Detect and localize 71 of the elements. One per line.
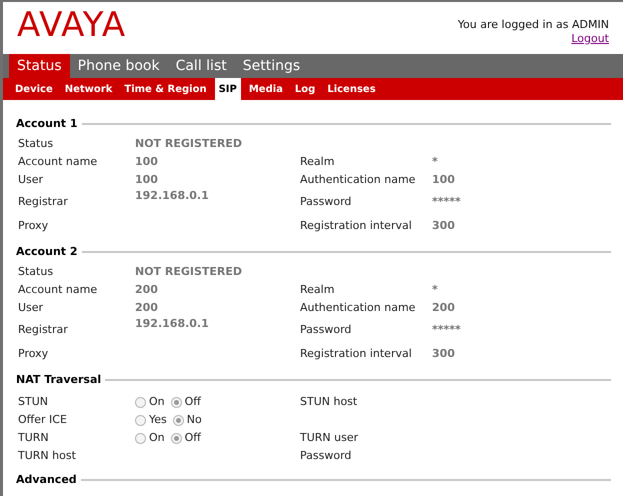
logo: AVAYA <box>17 8 126 47</box>
nav-tab[interactable]: Status <box>9 54 70 78</box>
field-value: 100 <box>135 172 158 188</box>
field-label: Registration interval <box>300 346 413 362</box>
section-title: Advanced <box>16 472 77 488</box>
field-label: Password <box>300 322 352 338</box>
field-value: 100 <box>432 172 456 188</box>
field-value: 300 <box>432 346 456 362</box>
field-label: TURN user <box>300 430 360 446</box>
field-label: Realm <box>300 154 336 170</box>
radio-button[interactable] <box>135 414 146 426</box>
nav-tab[interactable]: Settings <box>234 54 308 78</box>
field-value: NOT REGISTERED <box>135 136 242 152</box>
field-label: Proxy <box>18 218 50 234</box>
field-label: User <box>18 300 44 316</box>
field-label: Proxy <box>18 346 50 362</box>
radio-label: Off <box>184 394 201 410</box>
radio-button[interactable] <box>135 432 146 444</box>
field-label: Registrar <box>18 194 69 210</box>
field-label: Authentication name <box>300 172 416 188</box>
section-title: Account 2 <box>16 244 78 260</box>
field-label: Account name <box>18 282 98 298</box>
section-title: Account 1 <box>16 116 78 132</box>
field-label: Offer ICE <box>18 412 68 428</box>
field-label: Authentication name <box>300 300 416 316</box>
radio-button[interactable] <box>172 414 184 426</box>
radio-button[interactable] <box>170 396 182 408</box>
nav-tab[interactable]: Call list <box>168 54 235 78</box>
field-value: NOT REGISTERED <box>135 264 242 280</box>
field-label: Account name <box>18 154 98 170</box>
field-label: Status <box>18 136 54 152</box>
radio-label: On <box>149 394 165 410</box>
field-value: 200 <box>135 300 158 316</box>
field-label: Registration interval <box>300 218 413 234</box>
field-label: User <box>18 172 44 188</box>
radio-label: Yes <box>149 412 167 428</box>
nav-tab[interactable]: Phone book <box>70 54 168 78</box>
radio-button[interactable] <box>170 432 182 444</box>
sub-tab[interactable]: Licenses <box>323 78 380 100</box>
field-value: 192.168.0.1 <box>135 316 209 332</box>
sub-tab[interactable]: Network <box>60 78 116 100</box>
login-status: You are logged in as ADMIN <box>458 18 609 32</box>
field-label: TURN host <box>18 448 77 464</box>
field-value: 192.168.0.1 <box>135 188 209 204</box>
field-value: 200 <box>432 300 456 316</box>
field-value: ***** <box>432 322 462 338</box>
radio-label: Off <box>184 430 201 446</box>
field-label: Registrar <box>18 322 69 338</box>
field-value: 100 <box>135 154 158 170</box>
logout-link[interactable]: Logout <box>571 32 609 46</box>
sub-tab[interactable]: Log <box>290 78 320 100</box>
field-label: STUN host <box>300 394 358 410</box>
radio-label: No <box>186 412 202 428</box>
section-title: NAT Traversal <box>16 372 102 388</box>
field-label: Password <box>300 448 352 464</box>
sub-tab[interactable]: Media <box>244 78 287 100</box>
field-label: TURN <box>18 430 50 446</box>
sub-tab[interactable]: SIP <box>214 78 241 100</box>
field-label: Realm <box>300 282 336 298</box>
radio-label: On <box>149 430 165 446</box>
field-label: Password <box>300 194 352 210</box>
field-value: * <box>432 154 439 170</box>
field-value: 300 <box>432 218 456 234</box>
field-value: ***** <box>432 194 462 210</box>
field-label: STUN <box>18 394 49 410</box>
field-label: Status <box>18 264 54 280</box>
field-value: 200 <box>135 282 158 298</box>
field-value: * <box>432 282 439 298</box>
sub-tab[interactable]: Device <box>11 78 57 100</box>
sub-tab[interactable]: Time & Region <box>120 78 211 100</box>
radio-button[interactable] <box>135 396 146 408</box>
